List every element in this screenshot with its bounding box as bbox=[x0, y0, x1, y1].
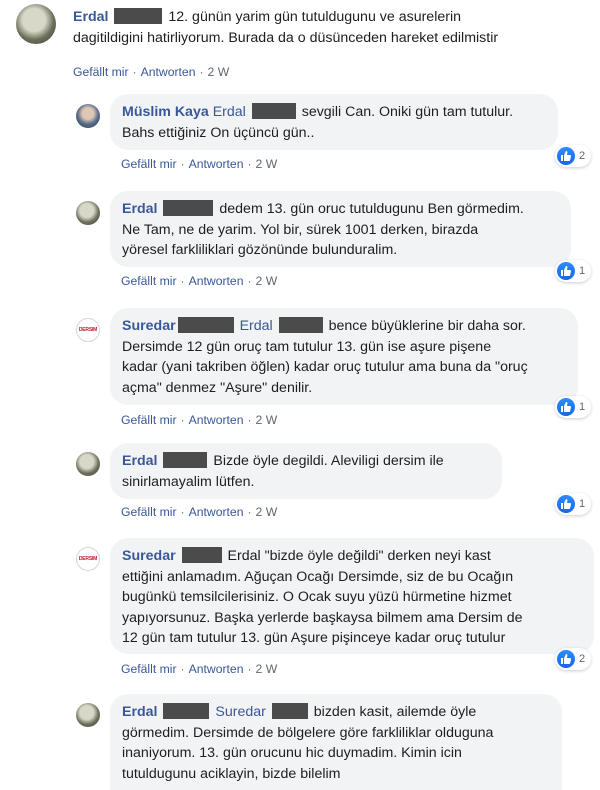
comment-text: görmedim. Dersimde de bölgelere göre far… bbox=[122, 724, 494, 741]
comment-text: sevgili Can. Oniki gün tam tutulur. bbox=[301, 104, 514, 120]
reaction-count[interactable]: 1 bbox=[555, 260, 592, 282]
like-link[interactable]: Gefällt mir bbox=[121, 413, 177, 427]
redacted-name bbox=[163, 703, 210, 719]
redacted-name bbox=[114, 8, 163, 24]
like-thumb-icon bbox=[557, 147, 575, 165]
redacted-name bbox=[271, 703, 308, 719]
reaction-number: 2 bbox=[579, 150, 586, 162]
like-thumb-icon bbox=[557, 495, 575, 513]
timestamp[interactable]: 2 W bbox=[256, 413, 278, 427]
reaction-number: 1 bbox=[579, 498, 586, 510]
reply-link[interactable]: Antworten bbox=[189, 662, 244, 676]
comment-text: sinirlamayalim lütfen. bbox=[122, 473, 255, 490]
mention[interactable]: Erdal bbox=[213, 104, 246, 120]
timestamp[interactable]: 2 W bbox=[256, 505, 278, 519]
timestamp[interactable]: 2 W bbox=[256, 662, 278, 676]
reaction-count[interactable]: 1 bbox=[555, 396, 592, 418]
avatar[interactable] bbox=[76, 201, 100, 225]
comment-text: dedem 13. gün oruc tutuldugunu Ben görme… bbox=[219, 201, 524, 217]
reaction-count[interactable]: 2 bbox=[555, 648, 592, 670]
comment-text: ettiğini anlamadım. Ağuçan Ocağı Dersimd… bbox=[122, 568, 514, 585]
comment-text: tutuldugunu aciklayin, bizde bilelim bbox=[122, 765, 341, 782]
reaction-number: 1 bbox=[579, 401, 586, 413]
timestamp[interactable]: 2 W bbox=[256, 274, 278, 288]
comment-actions: Gefällt mir · Antworten · 2 W bbox=[121, 413, 278, 427]
reaction-count[interactable]: 1 bbox=[555, 493, 592, 515]
mention[interactable]: Erdal bbox=[240, 318, 273, 334]
comment-author[interactable]: Suredar bbox=[122, 548, 176, 564]
avatar[interactable] bbox=[76, 703, 100, 727]
like-link[interactable]: Gefällt mir bbox=[121, 157, 177, 171]
reply-link[interactable]: Antworten bbox=[189, 157, 244, 171]
redacted-name bbox=[177, 317, 234, 333]
comment-text: 12 gün tam tutulur 13. gün Aşure pişince… bbox=[122, 630, 506, 646]
avatar[interactable] bbox=[16, 4, 56, 44]
redacted-name bbox=[181, 547, 222, 563]
avatar[interactable] bbox=[76, 104, 100, 128]
like-link[interactable]: Gefällt mir bbox=[121, 662, 177, 676]
timestamp[interactable]: 2 W bbox=[208, 65, 230, 79]
comment-text: Dersimde 12 gün oruç tam tutulur 13. gün… bbox=[122, 338, 492, 355]
comment-text: Bizde öyle degildi. Aleviligi dersim ile bbox=[213, 453, 444, 469]
avatar[interactable]: DERSIM bbox=[76, 318, 100, 342]
comment-actions: Gefällt mir · Antworten · 2 W bbox=[73, 65, 230, 79]
like-link[interactable]: Gefällt mir bbox=[121, 505, 177, 519]
redacted-name bbox=[163, 452, 208, 468]
like-link[interactable]: Gefällt mir bbox=[121, 274, 177, 288]
mention[interactable]: Suredar bbox=[215, 704, 265, 720]
comment-bubble: Erdal Suredar bizden kasit, ailemde öyle… bbox=[110, 694, 562, 790]
comment-text: Ne Tam, ne de yarim. Yol bir, sürek 1001… bbox=[122, 221, 479, 238]
comment-text: yöresel farkliliklari gözönünde bulundur… bbox=[122, 242, 398, 258]
reply-link[interactable]: Antworten bbox=[189, 274, 244, 288]
comment-body: Erdal 12. günün yarim gün tutuldugunu ve… bbox=[73, 7, 593, 48]
comment-text: kadar (yani takriben öğlen) kadar oruç t… bbox=[122, 359, 528, 375]
comment-text: bence büyüklerine bir daha sor. bbox=[328, 318, 526, 334]
comment-bubble: Erdal dedem 13. gün oruc tutuldugunu Ben… bbox=[110, 191, 571, 267]
redacted-name bbox=[251, 103, 296, 119]
comment-bubble: Suredar Erdal "bizde öyle değildi" derke… bbox=[110, 538, 594, 654]
like-thumb-icon bbox=[557, 650, 575, 668]
comment-author[interactable]: Erdal bbox=[122, 453, 157, 469]
comment-bubble: Müslim Kaya Erdal sevgili Can. Oniki gün… bbox=[110, 94, 558, 150]
reply-link[interactable]: Antworten bbox=[141, 65, 196, 79]
comment-text: açma" denmez "Aşure" denilir. bbox=[122, 379, 313, 396]
comment-text: bugünkü temsilcilerisiniz. O Ocak suyu y… bbox=[122, 589, 512, 605]
comment-author[interactable]: Erdal bbox=[73, 9, 108, 25]
comment-actions: Gefällt mir · Antworten · 2 W bbox=[121, 505, 278, 519]
redacted-name bbox=[163, 200, 214, 216]
reply-link[interactable]: Antworten bbox=[189, 505, 244, 519]
comment-text: Bahs ettiğiniz On üçüncü gün.. bbox=[122, 124, 315, 141]
comment-author[interactable]: Erdal bbox=[122, 201, 157, 217]
comment-author[interactable]: Müslim Kaya bbox=[122, 104, 209, 120]
comment-author[interactable]: Suredar bbox=[122, 318, 176, 334]
like-thumb-icon bbox=[557, 262, 575, 280]
comment-actions: Gefällt mir · Antworten · 2 W bbox=[121, 662, 278, 676]
comment-text: 12. günün yarim gün tutuldugunu ve asure… bbox=[168, 9, 462, 25]
comment-text: yapıyorsunuz. Başka yerlerde başkaysa bi… bbox=[122, 609, 523, 626]
comment-actions: Gefällt mir · Antworten · 2 W bbox=[121, 157, 278, 171]
reaction-number: 2 bbox=[579, 653, 586, 665]
comment-text: bizden kasit, ailemde öyle bbox=[313, 704, 477, 720]
comment-text: inaniyorum. 13. gün orucunu hic duymadim… bbox=[122, 745, 462, 761]
reply-link[interactable]: Antworten bbox=[189, 413, 244, 427]
reaction-count[interactable]: 2 bbox=[555, 145, 592, 167]
avatar[interactable]: DERSIM bbox=[76, 547, 100, 571]
like-thumb-icon bbox=[557, 398, 575, 416]
avatar[interactable] bbox=[76, 452, 100, 476]
like-link[interactable]: Gefällt mir bbox=[73, 65, 129, 79]
comment-bubble: Erdal Bizde öyle degildi. Aleviligi ders… bbox=[110, 443, 502, 499]
redacted-name bbox=[278, 317, 323, 333]
comment-author[interactable]: Erdal bbox=[122, 704, 157, 720]
comment-actions: Gefällt mir · Antworten · 2 W bbox=[121, 274, 278, 288]
comment-text: dagitildigini hatirliyorum. Burada da o … bbox=[73, 29, 499, 46]
timestamp[interactable]: 2 W bbox=[256, 157, 278, 171]
comment-bubble: Suredar Erdal bence büyüklerine bir daha… bbox=[110, 308, 578, 405]
comment-text: Erdal "bizde öyle değildi" derken neyi k… bbox=[227, 548, 491, 564]
reaction-number: 1 bbox=[579, 265, 586, 277]
